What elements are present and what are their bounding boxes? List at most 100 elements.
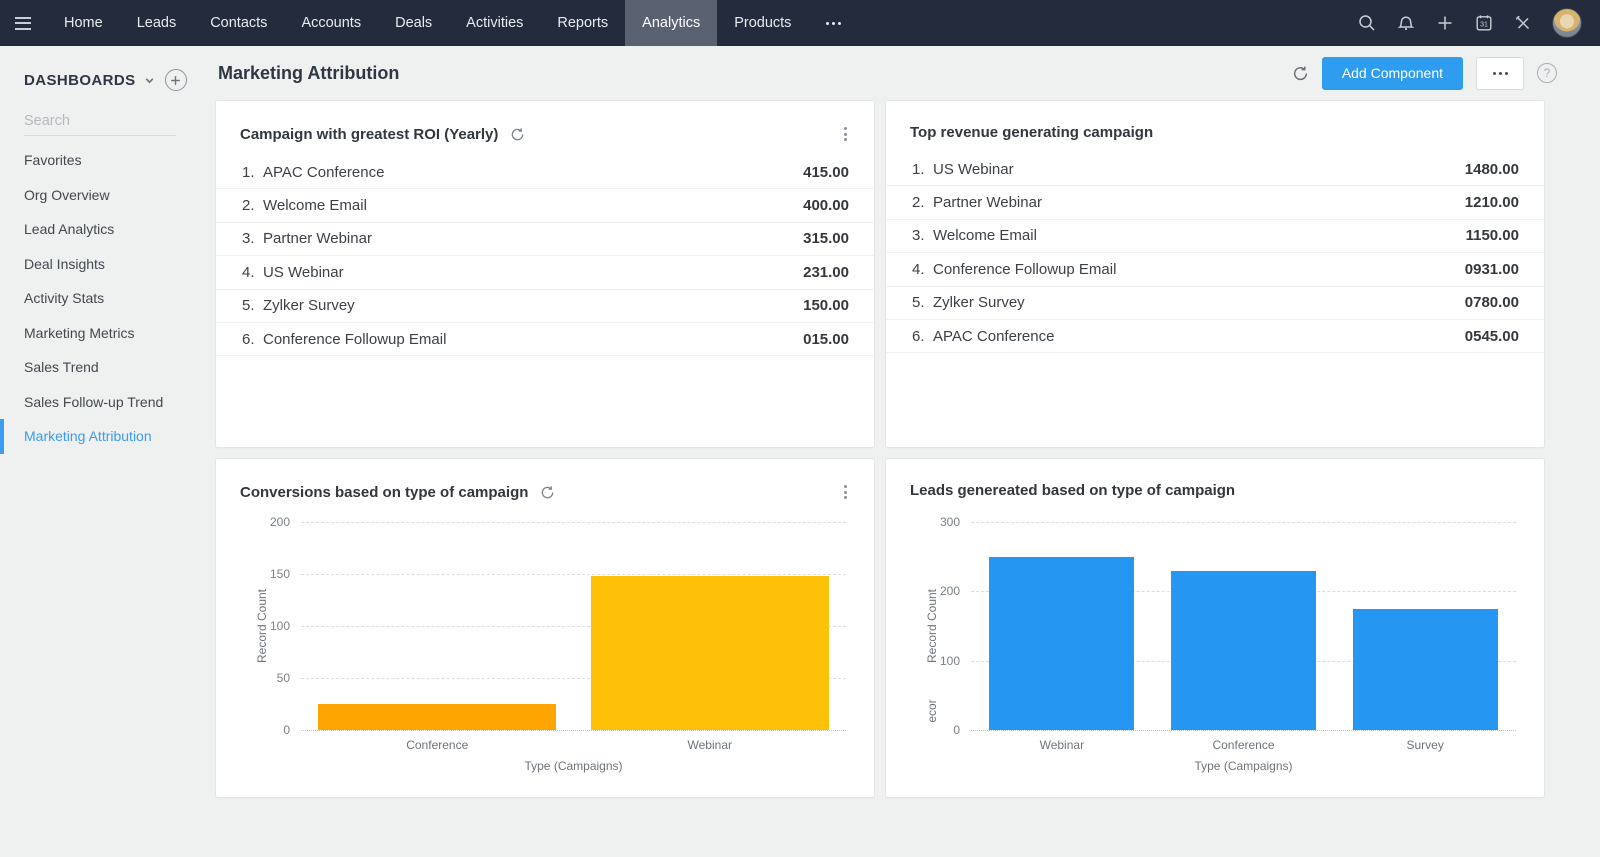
campaign-value: 1150.00	[1466, 227, 1544, 244]
nav-tab-activities[interactable]: Activities	[449, 0, 540, 46]
kebab-menu-icon[interactable]	[841, 482, 850, 502]
sidebar-item-activity-stats[interactable]: Activity Stats	[24, 281, 200, 316]
tools-icon[interactable]	[1513, 13, 1533, 33]
list-item-partner-webinar[interactable]: 3.Partner Webinar315.00	[216, 223, 874, 256]
search-input[interactable]	[24, 107, 176, 136]
rank-number: 2.	[216, 197, 263, 214]
refresh-icon[interactable]	[510, 127, 525, 142]
bar-conference[interactable]	[1171, 571, 1316, 730]
campaign-value: 150.00	[803, 297, 874, 314]
campaign-value: 0545.00	[1465, 328, 1544, 345]
list-item-apac-conference[interactable]: 6.APAC Conference0545.00	[886, 320, 1544, 353]
add-component-button[interactable]: Add Component	[1322, 57, 1463, 90]
list-item-us-webinar[interactable]: 1.US Webinar1480.00	[886, 153, 1544, 186]
top-nav: HomeLeadsContactsAccountsDealsActivities…	[0, 0, 1600, 46]
user-avatar[interactable]	[1552, 8, 1582, 38]
hamburger-menu-icon[interactable]	[0, 17, 47, 30]
y-axis-tick-label: 100	[886, 654, 960, 668]
sidebar-item-org-overview[interactable]: Org Overview	[24, 178, 200, 213]
sidebar-item-sales-follow-up-trend[interactable]: Sales Follow-up Trend	[24, 385, 200, 420]
nav-tab-contacts[interactable]: Contacts	[193, 0, 284, 46]
conversions-bar-chart: 200150100500ConferenceWebinarType (Campa…	[216, 507, 874, 797]
bar-survey[interactable]	[1353, 609, 1498, 730]
x-axis-category-label: Webinar	[640, 738, 780, 752]
chevron-down-icon	[144, 75, 155, 86]
campaign-name: Conference Followup Email	[933, 261, 1465, 278]
nav-tab-analytics[interactable]: Analytics	[625, 0, 717, 46]
x-axis-category-label: Conference	[367, 738, 507, 752]
nav-tab-deals[interactable]: Deals	[378, 0, 449, 46]
campaign-value: 1480.00	[1465, 161, 1544, 178]
sidebar-item-sales-trend[interactable]: Sales Trend	[24, 350, 200, 385]
page-header: Marketing Attribution Add Component ?	[215, 46, 1600, 100]
sidebar-item-deal-insights[interactable]: Deal Insights	[24, 247, 200, 282]
nav-tab-leads[interactable]: Leads	[120, 0, 194, 46]
rank-number: 1.	[216, 164, 263, 181]
nav-tab-products[interactable]: Products	[717, 0, 808, 46]
y-axis-title-fragment: ecor	[925, 699, 939, 722]
list-item-welcome-email[interactable]: 2.Welcome Email400.00	[216, 189, 874, 222]
y-axis-title: Record Count	[925, 589, 939, 663]
list-item-partner-webinar[interactable]: 2.Partner Webinar1210.00	[886, 186, 1544, 219]
sidebar-title: DASHBOARDS	[24, 72, 136, 89]
campaign-value: 231.00	[803, 264, 874, 281]
dashboards-dropdown[interactable]: DASHBOARDS	[24, 66, 200, 94]
campaign-name: Conference Followup Email	[263, 331, 803, 348]
sidebar-item-marketing-metrics[interactable]: Marketing Metrics	[24, 316, 200, 351]
chart-gridline	[301, 574, 846, 575]
bar-conference[interactable]	[318, 704, 556, 730]
nav-tab-accounts[interactable]: Accounts	[284, 0, 378, 46]
help-icon[interactable]: ?	[1537, 63, 1557, 83]
rank-number: 6.	[216, 331, 263, 348]
add-dashboard-icon[interactable]	[165, 69, 187, 91]
nav-tab-home[interactable]: Home	[47, 0, 120, 46]
y-axis-tick-label: 200	[216, 515, 290, 529]
list-item-conference-followup-email[interactable]: 4.Conference Followup Email0931.00	[886, 253, 1544, 286]
sidebar-item-favorites[interactable]: Favorites	[24, 143, 200, 178]
bar-webinar[interactable]	[989, 557, 1134, 730]
refresh-icon[interactable]	[540, 485, 555, 500]
list-item-zylker-survey[interactable]: 5.Zylker Survey0780.00	[886, 287, 1544, 320]
list-item-apac-conference[interactable]: 1.APAC Conference415.00	[216, 156, 874, 189]
x-axis-category-label: Survey	[1355, 738, 1495, 752]
calendar-icon[interactable]: 31	[1474, 13, 1494, 33]
bar-webinar[interactable]	[591, 576, 829, 730]
card-conversions-chart: Conversions based on type of campaign 20…	[215, 458, 875, 798]
search-icon[interactable]	[1357, 13, 1377, 33]
svg-text:31: 31	[1480, 22, 1488, 29]
campaign-name: Welcome Email	[933, 227, 1466, 244]
nav-more-tab[interactable]	[808, 22, 859, 25]
y-axis-tick-label: 300	[886, 515, 960, 529]
y-axis-tick-label: 150	[216, 567, 290, 581]
kebab-menu-icon[interactable]	[841, 124, 850, 144]
campaign-name: Zylker Survey	[933, 294, 1465, 311]
list-item-zylker-survey[interactable]: 5.Zylker Survey150.00	[216, 290, 874, 323]
rank-number: 4.	[216, 264, 263, 281]
revenue-rank-list: 1.US Webinar1480.002.Partner Webinar1210…	[886, 153, 1544, 353]
sidebar-item-marketing-attribution[interactable]: Marketing Attribution	[24, 419, 200, 454]
x-axis-category-label: Conference	[1174, 738, 1314, 752]
list-item-welcome-email[interactable]: 3.Welcome Email1150.00	[886, 220, 1544, 253]
campaign-value: 400.00	[803, 197, 874, 214]
refresh-icon[interactable]	[1292, 65, 1309, 82]
campaign-value: 315.00	[803, 230, 874, 247]
campaign-name: APAC Conference	[263, 164, 803, 181]
campaign-name: US Webinar	[263, 264, 803, 281]
dashboard-list: FavoritesOrg OverviewLead AnalyticsDeal …	[24, 143, 200, 454]
list-item-us-webinar[interactable]: 4.US Webinar231.00	[216, 256, 874, 289]
nav-right-icons: 31	[1357, 8, 1600, 38]
x-axis-title: Type (Campaigns)	[464, 759, 684, 773]
nav-tab-reports[interactable]: Reports	[540, 0, 625, 46]
y-axis-tick-label: 0	[886, 723, 960, 737]
more-options-button[interactable]	[1476, 57, 1524, 90]
chart-gridline	[971, 522, 1516, 523]
sidebar-item-lead-analytics[interactable]: Lead Analytics	[24, 212, 200, 247]
notification-bell-icon[interactable]	[1396, 13, 1416, 33]
list-item-conference-followup-email[interactable]: 6.Conference Followup Email015.00	[216, 323, 874, 356]
more-horizontal-icon	[826, 22, 841, 25]
main-content: Marketing Attribution Add Component ? Ca…	[200, 46, 1600, 857]
chart-gridline	[301, 522, 846, 523]
add-icon[interactable]	[1435, 13, 1455, 33]
rank-number: 6.	[886, 328, 933, 345]
campaign-value: 0780.00	[1465, 294, 1544, 311]
